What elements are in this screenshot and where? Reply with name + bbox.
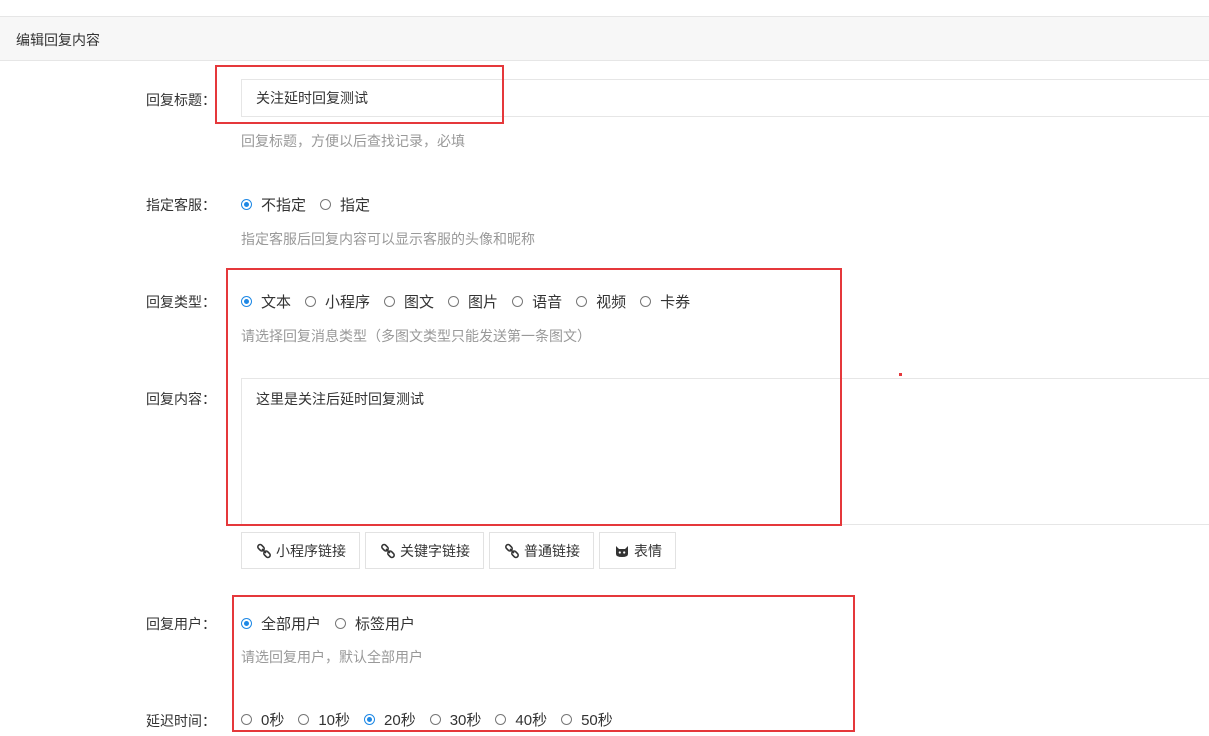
radio-icon	[320, 199, 332, 210]
delay-option-40[interactable]: 40秒	[495, 709, 547, 730]
radio-icon	[448, 296, 460, 307]
users-option-tag[interactable]: 标签用户	[335, 613, 415, 634]
miniprogram-link-button[interactable]: 小程序链接	[241, 532, 360, 569]
radio-selected-icon	[364, 714, 376, 725]
title-label: 回复标题	[136, 90, 216, 110]
delay-option-0[interactable]: 0秒	[241, 709, 284, 730]
delay-label: 延迟时间	[136, 711, 216, 731]
delay-option-20[interactable]: 20秒	[364, 709, 416, 730]
delay-option-30[interactable]: 30秒	[429, 709, 481, 730]
radio-icon	[335, 618, 347, 629]
delay-option-50[interactable]: 50秒	[561, 709, 613, 730]
red-marker-dot	[899, 373, 902, 376]
keyword-link-button[interactable]: 关键字链接	[365, 532, 484, 569]
users-radio-group: 全部用户 标签用户	[241, 613, 429, 634]
panel-header: 编辑回复内容	[0, 16, 1209, 61]
radio-icon	[576, 296, 588, 307]
emoji-button[interactable]: 表情	[599, 532, 676, 569]
type-option-card[interactable]: 卡券	[640, 291, 690, 312]
normal-link-button[interactable]: 普通链接	[489, 532, 594, 569]
agent-option-assign[interactable]: 指定	[320, 194, 370, 215]
title-input[interactable]: 关注延时回复测试	[241, 79, 1209, 117]
content-textarea[interactable]: 这里是关注后延时回复测试	[241, 378, 1209, 525]
type-help: 请选择回复消息类型（多图文类型只能发送第一条图文）	[241, 328, 591, 344]
type-radio-group: 文本 小程序 图文 图片 语音 视频 卡券	[241, 291, 704, 312]
link-icon	[505, 543, 519, 558]
radio-icon	[298, 714, 310, 725]
delay-option-10[interactable]: 10秒	[298, 709, 350, 730]
agent-radio-group: 不指定 指定	[241, 194, 384, 215]
radio-selected-icon	[241, 296, 252, 307]
type-option-image[interactable]: 图片	[448, 291, 498, 312]
type-option-video[interactable]: 视频	[576, 291, 626, 312]
type-label: 回复类型	[136, 292, 216, 312]
radio-icon	[305, 296, 317, 307]
radio-selected-icon	[241, 199, 252, 210]
link-icon	[381, 543, 395, 558]
delay-radio-group: 0秒 10秒 20秒 30秒 40秒 50秒	[241, 709, 627, 730]
radio-selected-icon	[241, 618, 252, 629]
title-help: 回复标题，方便以后查找记录，必填	[241, 133, 465, 149]
radio-icon	[640, 296, 652, 307]
users-label: 回复用户	[136, 614, 216, 634]
type-option-voice[interactable]: 语音	[512, 291, 562, 312]
type-option-text[interactable]: 文本	[241, 291, 291, 312]
radio-icon	[384, 296, 396, 307]
radio-icon	[512, 296, 524, 307]
radio-icon	[561, 714, 573, 725]
panel-title: 编辑回复内容	[16, 32, 100, 48]
radio-icon	[429, 714, 441, 725]
emoji-icon	[616, 545, 628, 557]
agent-help: 指定客服后回复内容可以显示客服的头像和昵称	[241, 231, 535, 247]
content-label: 回复内容	[136, 389, 216, 409]
agent-option-none[interactable]: 不指定	[241, 194, 306, 215]
type-option-news[interactable]: 图文	[384, 291, 434, 312]
type-option-miniprogram[interactable]: 小程序	[305, 291, 370, 312]
link-icon	[257, 543, 271, 558]
users-help: 请选回复用户，默认全部用户	[241, 649, 423, 665]
radio-icon	[241, 714, 252, 725]
content-toolbar: 小程序链接 关键字链接 普通链接 表情	[241, 532, 681, 569]
agent-label: 指定客服	[136, 195, 216, 215]
radio-icon	[495, 714, 507, 725]
users-option-all[interactable]: 全部用户	[241, 613, 321, 634]
